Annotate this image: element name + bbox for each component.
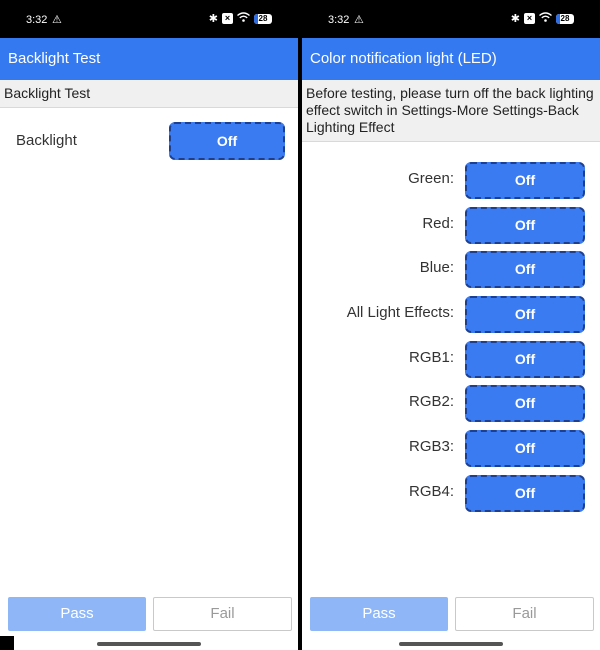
rgb3-toggle-button[interactable]: Off [465,430,585,468]
backlight-label: Backlight [16,132,77,149]
backlight-toggle-button[interactable]: Off [169,122,285,160]
status-bar: 3:32 ⚠ ✱ × 28 [0,0,298,38]
led-row-rgb4: RGB4: Off [302,474,600,520]
led-label: RGB3: [408,438,454,456]
led-row-rgb3: RGB3: Off [302,430,600,475]
system-icons: ✱ × 28 [511,12,574,25]
led-test-screen: 3:32 ⚠ ✱ × 28 Color notification light (… [302,0,600,650]
instructions-text: Before testing, please turn off the back… [302,80,600,142]
red-toggle-button[interactable]: Off [465,206,585,244]
rgb1-toggle-button[interactable]: Off [465,340,585,378]
backlight-test-screen: 3:32 ⚠ ✱ × 28 Backlight Test Backlight T… [0,0,298,650]
result-bar: Pass Fail [302,597,600,633]
app-bar-title: Backlight Test [0,38,298,80]
led-row-rgb2: RGB2: Off [302,385,600,430]
pass-button[interactable]: Pass [8,597,146,631]
backlight-row: Backlight Off [0,122,298,160]
green-toggle-button[interactable]: Off [465,162,585,199]
led-row-red: Red: Off [302,206,600,252]
screen-corner [0,636,14,650]
system-icons: ✱ × 28 [209,12,272,25]
status-time: 3:32 [26,14,48,26]
rgb2-toggle-button[interactable]: Off [465,385,585,423]
status-time: 3:32 [328,14,350,26]
bluetooth-icon: ✱ [208,13,218,25]
app-bar-title: Color notification light (LED) [302,38,600,80]
wifi-icon [539,12,552,25]
led-label: Red: [422,214,454,232]
result-bar: Pass Fail [0,597,298,633]
wifi-icon [237,12,250,25]
blue-toggle-button[interactable]: Off [465,251,585,289]
status-bar: 3:32 ⚠ ✱ × 28 [302,0,600,38]
notification-muted-icon: × [524,13,535,24]
fail-button[interactable]: Fail [153,597,292,631]
led-label: RGB4: [408,482,454,500]
bluetooth-icon: ✱ [510,13,520,25]
led-row-green: Green: Off [302,162,600,207]
rgb4-toggle-button[interactable]: Off [465,474,585,512]
battery-icon: 28 [556,13,574,24]
battery-icon: 28 [254,13,272,24]
led-label: RGB2: [408,393,454,411]
gesture-bar[interactable] [97,642,201,646]
all-light-effects-toggle-button[interactable]: Off [465,296,585,334]
led-label: All Light Effects: [346,304,454,322]
led-row-all-effects: All Light Effects: Off [302,296,600,341]
led-list: Green: Off Red: Off Blue: Off All Light … [302,162,600,520]
warning-icon: ⚠ [52,14,62,26]
battery-level: 28 [560,13,570,23]
led-label: Green: [408,170,454,187]
led-row-rgb1: RGB1: Off [302,340,600,386]
warning-icon: ⚠ [354,14,364,26]
led-label: RGB1: [408,348,454,366]
notification-muted-icon: × [222,13,233,24]
pass-button[interactable]: Pass [310,597,448,631]
gesture-bar[interactable] [399,642,503,646]
fail-button[interactable]: Fail [455,597,594,631]
battery-level: 28 [258,13,268,23]
section-header: Backlight Test [0,80,298,108]
led-label: Blue: [419,259,454,277]
led-row-blue: Blue: Off [302,251,600,296]
